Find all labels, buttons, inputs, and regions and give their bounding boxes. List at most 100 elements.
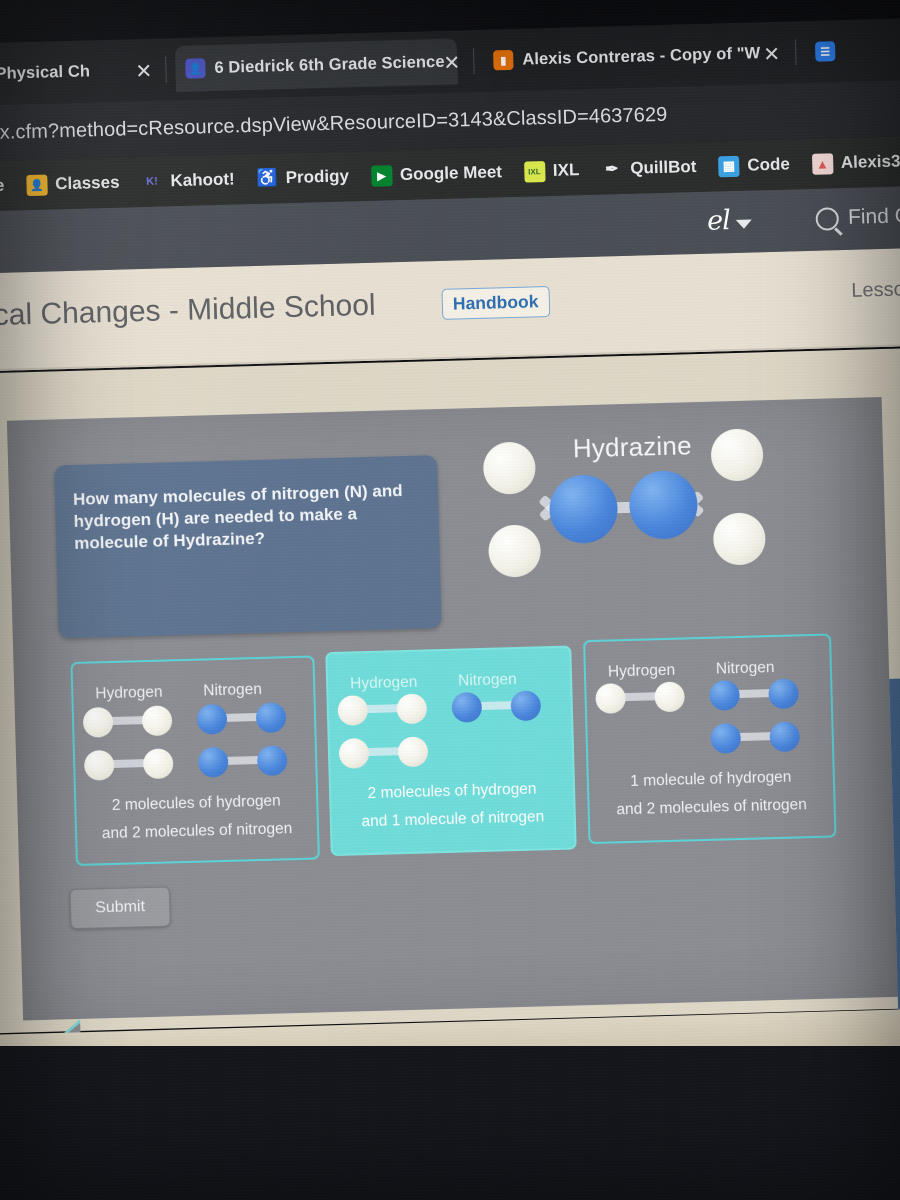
hydrogen-atom bbox=[487, 524, 542, 578]
option-a-nitrogen-label: Nitrogen bbox=[203, 680, 263, 700]
stage-background: How many molecules of nitrogen (N) and h… bbox=[0, 347, 900, 1045]
bookmark-quillbot[interactable]: ✒ QuillBot bbox=[601, 156, 697, 180]
nitrogen-atom bbox=[548, 474, 619, 545]
option-c-caption-1: 1 molecule of hydrogen bbox=[630, 768, 792, 790]
option-b[interactable]: Hydrogen Nitrogen 2 molecules of hydroge… bbox=[325, 645, 577, 857]
hydrogen-atom bbox=[710, 428, 764, 482]
google-slides-icon: ▮ bbox=[493, 49, 514, 71]
hydrogen-atom bbox=[82, 706, 114, 738]
bookmark-label: IXL bbox=[552, 160, 580, 180]
nitrogen-atom bbox=[451, 691, 483, 723]
hydrogen-atom bbox=[83, 749, 115, 781]
nitrogen-atom bbox=[197, 746, 229, 778]
option-b-caption-2: and 1 molecule of nitrogen bbox=[361, 808, 545, 831]
google-docs-icon: ☰ bbox=[814, 41, 836, 62]
option-b-caption-1: 2 molecules of hydrogen bbox=[367, 780, 537, 803]
bookmark-label: Classes bbox=[55, 172, 120, 194]
quillbot-icon: ✒ bbox=[604, 161, 619, 179]
prodigy-icon: ♿ bbox=[256, 168, 279, 188]
bookmark-label: Prodigy bbox=[285, 166, 350, 188]
option-b-nitrogen-label: Nitrogen bbox=[457, 671, 517, 690]
hydrogen-atom bbox=[142, 748, 174, 780]
nitrogen-atom bbox=[768, 678, 799, 710]
tab-title: Alexis Contreras - Copy of "W bbox=[522, 43, 761, 69]
option-b-hydrogen-label: Hydrogen bbox=[349, 673, 418, 693]
gizmo-stage: How many molecules of nitrogen (N) and h… bbox=[6, 397, 898, 1021]
google-classroom-icon: 👤 bbox=[25, 174, 48, 196]
tab-title: 6 Diedrick 6th Grade Science bbox=[214, 52, 445, 77]
bookmark-ixl[interactable]: IXL IXL bbox=[523, 160, 580, 183]
bookmark-label: QuillBot bbox=[630, 156, 697, 178]
hydrazine-model: Hydrazine bbox=[462, 408, 867, 624]
bookmark-kahoot[interactable]: K! Kahoot! bbox=[141, 169, 235, 193]
bookmark-google-meet[interactable]: ▶ Google Meet bbox=[370, 162, 503, 187]
nitrogen-atom bbox=[709, 679, 740, 711]
bookmark-pace[interactable]: pace bbox=[0, 175, 5, 198]
nitrogen-atom bbox=[196, 703, 228, 735]
hydrogen-atom bbox=[337, 695, 369, 726]
option-c-hydrogen-label: Hydrogen bbox=[607, 661, 676, 681]
monitor-photo: emical and Physical Ch ✕ 👤 6 Diedrick 6t… bbox=[0, 0, 900, 1200]
hydrogen-atom bbox=[338, 738, 370, 769]
hydrogen-atom bbox=[397, 736, 429, 768]
find-gizmos-search[interactable]: Find Gizm bbox=[815, 203, 900, 231]
question-card: How many molecules of nitrogen (N) and h… bbox=[54, 455, 442, 639]
option-a-hydrogen-label: Hydrogen bbox=[95, 683, 163, 703]
code-org-icon: ▦ bbox=[718, 155, 740, 177]
browser-tab-0[interactable]: emical and Physical Ch bbox=[0, 47, 154, 101]
bookmark-label: Kahoot! bbox=[170, 169, 235, 191]
option-a[interactable]: Hydrogen Nitrogen 2 molecules of hydroge… bbox=[70, 655, 320, 866]
lesson-info-link[interactable]: Lesson Inf bbox=[851, 277, 900, 302]
bookmark-classes[interactable]: 👤 Classes bbox=[25, 172, 120, 196]
tab-close-0[interactable]: ✕ bbox=[135, 59, 152, 84]
bookmark-label: Google Meet bbox=[399, 162, 503, 184]
tab-close-2[interactable]: ✕ bbox=[763, 42, 780, 67]
hydrogen-atom bbox=[141, 705, 173, 737]
hydrogen-atom bbox=[482, 441, 537, 495]
page-title: and Physical Changes - Middle School bbox=[0, 288, 376, 336]
hydrogen-atom bbox=[396, 693, 428, 725]
submit-button[interactable]: Submit bbox=[69, 886, 171, 930]
nitrogen-atom bbox=[256, 745, 288, 777]
kahoot-icon: K! bbox=[146, 175, 158, 188]
nitrogen-atom bbox=[769, 721, 801, 753]
hydrogen-atom bbox=[595, 683, 627, 714]
bookmark-label: Code bbox=[747, 154, 791, 175]
search-icon bbox=[815, 206, 840, 231]
bookmark-alexis300[interactable]: ▲ Alexis300 bbox=[811, 150, 900, 175]
tab-title: emical and Physical Ch bbox=[0, 61, 91, 85]
tab-close-1[interactable]: ✕ bbox=[443, 50, 460, 75]
option-a-caption-1: 2 molecules of hydrogen bbox=[111, 792, 281, 815]
handbook-button[interactable]: Handbook bbox=[441, 285, 550, 320]
hydrogen-atom bbox=[654, 681, 686, 713]
browser-window: emical and Physical Ch ✕ 👤 6 Diedrick 6t… bbox=[0, 17, 900, 1045]
browser-tab-1[interactable]: 👤 6 Diedrick 6th Grade Science bbox=[174, 38, 458, 93]
nitrogen-atom bbox=[255, 702, 287, 734]
bookmark-prodigy[interactable]: ♿ Prodigy bbox=[256, 166, 349, 189]
option-c-caption-2: and 2 molecules of nitrogen bbox=[616, 796, 808, 819]
nitrogen-atom bbox=[710, 722, 742, 754]
google-classroom-icon: 👤 bbox=[185, 58, 206, 79]
answer-options: Hydrogen Nitrogen 2 molecules of hydroge… bbox=[25, 633, 890, 872]
address-bar-url: m/index.cfm?method=cResource.dspView&Res… bbox=[0, 103, 668, 145]
option-a-caption-2: and 2 molecules of nitrogen bbox=[101, 820, 293, 843]
bookmark-code[interactable]: ▦ Code bbox=[718, 154, 790, 177]
explorelearning-logo: el bbox=[706, 205, 731, 237]
browser-tab-3[interactable]: ☰ bbox=[805, 25, 900, 75]
molecule-name: Hydrazine bbox=[572, 430, 693, 464]
bookmark-label: pace bbox=[0, 175, 5, 196]
nitrogen-atom bbox=[510, 690, 542, 722]
presentation-icon: ▲ bbox=[811, 152, 834, 175]
ixl-icon: IXL bbox=[523, 160, 546, 183]
google-meet-icon: ▶ bbox=[370, 164, 393, 187]
hydrogen-atom bbox=[712, 512, 767, 566]
option-c[interactable]: Hydrogen Nitrogen 1 molecule of hydrogen… bbox=[583, 633, 837, 845]
nitrogen-atom bbox=[628, 470, 699, 540]
desk-surface bbox=[0, 1046, 900, 1200]
bookmark-label: Alexis300 bbox=[840, 150, 900, 173]
chevron-down-icon[interactable] bbox=[735, 219, 752, 229]
question-text: How many molecules of nitrogen (N) and h… bbox=[72, 481, 403, 553]
find-gizmos-label: Find Gizm bbox=[847, 203, 900, 229]
browser-tab-2[interactable]: ▮ Alexis Contreras - Copy of "W bbox=[483, 30, 776, 84]
option-c-nitrogen-label: Nitrogen bbox=[715, 659, 775, 678]
